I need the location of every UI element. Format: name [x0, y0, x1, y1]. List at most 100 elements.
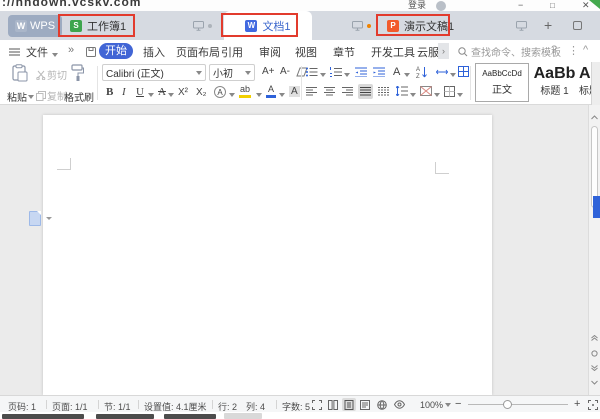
- format-painter-button[interactable]: 格式刷: [64, 89, 94, 104]
- hamburger-menu-icon[interactable]: [9, 48, 20, 56]
- font-size-select[interactable]: 小初: [209, 64, 255, 81]
- style-heading2-clipped[interactable]: AaB 标题: [579, 63, 591, 102]
- align-left-icon[interactable]: [306, 87, 317, 96]
- kebab-menu-icon[interactable]: ⋮: [568, 44, 579, 57]
- line-spacing-icon[interactable]: [396, 86, 408, 96]
- search-icon[interactable]: [458, 47, 468, 57]
- italic-button[interactable]: I: [122, 86, 126, 98]
- char-scale-button[interactable]: A: [393, 66, 400, 78]
- line-spacing-caret-icon[interactable]: [410, 93, 416, 97]
- font-color-button[interactable]: A: [266, 85, 276, 98]
- search-input[interactable]: 查找命令、搜索模板: [471, 44, 561, 59]
- borders-caret-icon[interactable]: [457, 93, 463, 97]
- bullet-list-caret-icon[interactable]: [320, 73, 326, 77]
- zoom-level[interactable]: 100%: [420, 400, 443, 410]
- wps-home-tab[interactable]: W WPS: [8, 15, 62, 37]
- borders-icon[interactable]: [444, 86, 455, 97]
- enclose-char-button[interactable]: A: [214, 86, 226, 98]
- font-name-select[interactable]: Calibri (正文): [102, 64, 206, 81]
- align-center-icon[interactable]: [324, 87, 335, 96]
- underline-button[interactable]: U: [136, 86, 144, 98]
- char-scale-caret-icon[interactable]: [404, 73, 410, 77]
- tab-page-layout[interactable]: 页面布局: [176, 44, 220, 60]
- align-right-icon[interactable]: [342, 87, 353, 96]
- shading-icon[interactable]: [420, 86, 432, 96]
- style-heading1[interactable]: AaBb 标题 1: [531, 63, 578, 102]
- save-icon[interactable]: [86, 47, 96, 57]
- zoom-slider-knob[interactable]: [503, 400, 512, 409]
- monitor-icon[interactable]: [516, 21, 527, 31]
- tab-section[interactable]: 章节: [333, 44, 355, 60]
- numbered-list-caret-icon[interactable]: [344, 73, 350, 77]
- tab-review[interactable]: 审阅: [259, 44, 281, 60]
- paste-options-smart-tag[interactable]: [29, 211, 41, 226]
- strikethrough-caret-icon[interactable]: [168, 93, 174, 97]
- file-menu-caret-icon[interactable]: [52, 53, 58, 57]
- zoom-out-icon[interactable]: −: [455, 398, 461, 410]
- align-justify-button-selected[interactable]: [358, 84, 373, 99]
- insert-table-icon[interactable]: [458, 66, 469, 77]
- minimize-icon[interactable]: −: [518, 0, 523, 11]
- strikethrough-button[interactable]: A: [158, 86, 166, 98]
- highlight-color-button[interactable]: ab: [239, 85, 251, 98]
- outline-view-icon[interactable]: [358, 398, 372, 411]
- grow-font-button[interactable]: A+: [262, 66, 275, 77]
- new-tab-plus-icon[interactable]: +: [544, 17, 552, 33]
- bullet-list-icon[interactable]: [306, 67, 318, 77]
- char-shading-button[interactable]: A: [289, 86, 300, 97]
- copy-button[interactable]: 复制: [36, 88, 67, 103]
- shrink-font-button[interactable]: A-: [280, 66, 290, 77]
- scroll-up-icon[interactable]: [591, 115, 598, 120]
- char-spacing-caret-icon[interactable]: [450, 73, 456, 77]
- web-view-icon[interactable]: [375, 398, 389, 411]
- tab-dev-tools[interactable]: 开发工具: [371, 44, 415, 60]
- ribbon-scroll-right-icon[interactable]: ›: [438, 43, 449, 59]
- login-link[interactable]: 登录: [408, 0, 426, 11]
- fit-page-icon[interactable]: [586, 398, 600, 411]
- format-painter-icon[interactable]: [70, 64, 84, 82]
- vertical-scrollbar[interactable]: [588, 105, 600, 395]
- sort-icon[interactable]: AZ: [416, 66, 427, 78]
- tab-references[interactable]: 引用: [221, 44, 243, 60]
- enclose-char-caret-icon[interactable]: [229, 93, 235, 97]
- select-browse-object-icon[interactable]: [591, 350, 598, 357]
- two-column-view-icon[interactable]: [326, 398, 340, 411]
- increase-indent-icon[interactable]: [373, 67, 385, 77]
- tab-home-active[interactable]: 开始: [99, 43, 133, 59]
- font-color-caret-icon[interactable]: [279, 93, 285, 97]
- tab-list-icon[interactable]: [572, 20, 583, 31]
- zoom-caret-icon[interactable]: [445, 403, 451, 407]
- underline-caret-icon[interactable]: [148, 93, 154, 97]
- highlight-caret-icon[interactable]: [256, 93, 262, 97]
- subscript-button[interactable]: X₂: [196, 87, 207, 98]
- file-menu[interactable]: 文件: [26, 44, 48, 60]
- paste-icon[interactable]: [12, 64, 28, 82]
- smart-tag-caret-icon[interactable]: [46, 217, 52, 220]
- monitor-icon[interactable]: [193, 21, 204, 31]
- maximize-icon[interactable]: □: [550, 0, 555, 11]
- document-page[interactable]: [43, 115, 492, 395]
- shading-caret-icon[interactable]: [434, 93, 440, 97]
- eye-protection-icon[interactable]: [392, 398, 406, 411]
- superscript-button[interactable]: X²: [178, 87, 188, 98]
- tab-insert[interactable]: 插入: [143, 44, 165, 60]
- bold-button[interactable]: B: [106, 86, 113, 98]
- decrease-indent-icon[interactable]: [355, 67, 367, 77]
- monitor-icon[interactable]: [352, 21, 363, 31]
- paste-button[interactable]: 粘贴: [7, 89, 34, 104]
- next-object-icon[interactable]: [591, 365, 598, 371]
- style-normal-selected[interactable]: AaBbCcDd 正文: [475, 63, 529, 102]
- cut-button[interactable]: 剪切: [36, 67, 67, 82]
- document-area[interactable]: [0, 105, 600, 395]
- fullscreen-view-icon[interactable]: [310, 398, 324, 411]
- prev-object-icon[interactable]: [591, 335, 598, 341]
- avatar[interactable]: [436, 1, 446, 11]
- style-gallery-scroll[interactable]: [591, 62, 600, 105]
- help-icon[interactable]: ?: [551, 44, 557, 56]
- page-view-icon-selected[interactable]: [342, 398, 356, 411]
- char-spacing-icon[interactable]: [436, 68, 448, 76]
- numbered-list-icon[interactable]: [330, 67, 342, 77]
- zoom-in-icon[interactable]: +: [574, 398, 580, 410]
- zoom-slider-track[interactable]: [468, 404, 568, 405]
- scroll-down-icon[interactable]: [591, 380, 598, 385]
